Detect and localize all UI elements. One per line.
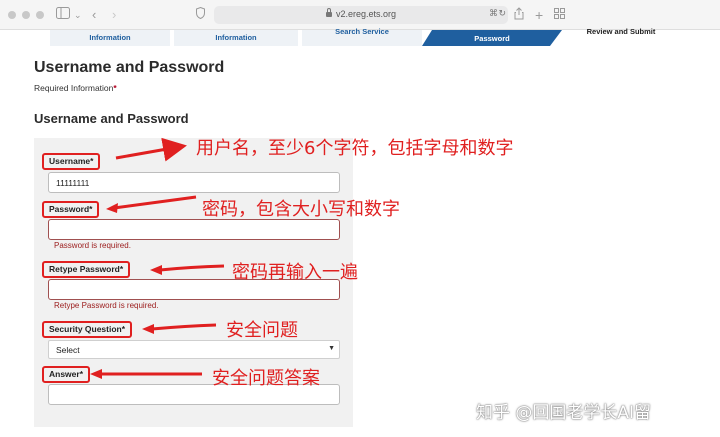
annotation-retype-password: 密码再输入一遍 xyxy=(232,262,358,283)
annotation-answer: 安全问题答案 xyxy=(212,368,320,389)
annotation-arrowhead-password xyxy=(106,203,118,213)
annotation-arrowhead-security xyxy=(142,324,154,334)
annotation-arrowhead-retype xyxy=(150,265,162,275)
watermark: 知乎 @回国老学长AI留 xyxy=(476,403,652,423)
annotation-security-question: 安全问题 xyxy=(226,320,298,341)
annotation-arrow-security xyxy=(151,323,217,331)
annotation-arrow-retype xyxy=(159,264,225,272)
annotation-username: 用户名，至少6个字符，包括字母和数字 xyxy=(196,138,514,159)
annotation-arrowhead-answer xyxy=(90,369,102,379)
annotation-arrow-username xyxy=(115,137,187,162)
annotation-password: 密码，包含大小写和数字 xyxy=(202,199,400,220)
annotation-arrow-password xyxy=(113,195,197,210)
